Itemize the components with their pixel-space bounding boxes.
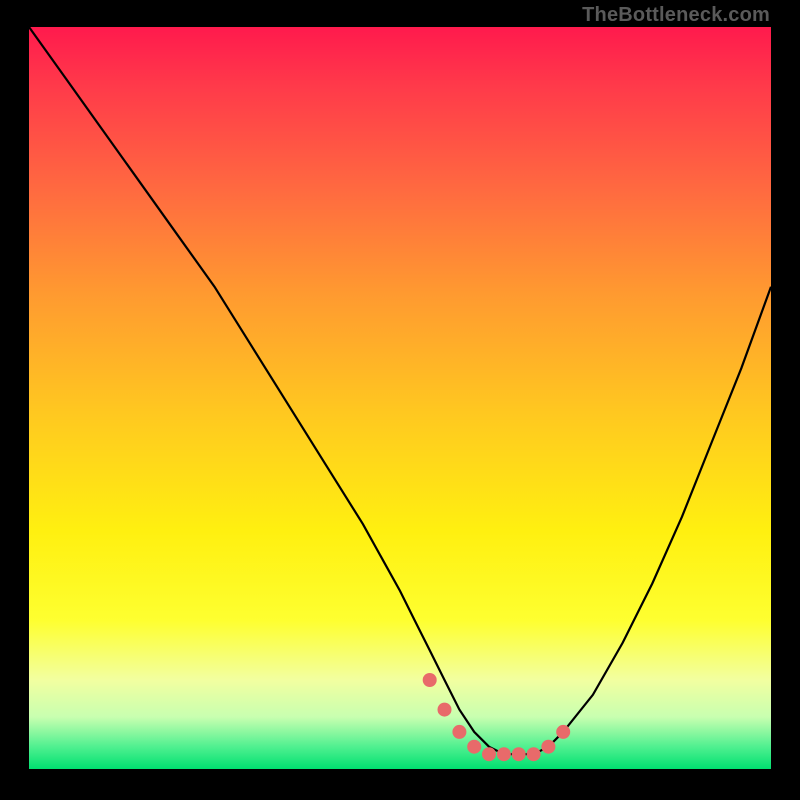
- highlight-dot: [438, 703, 452, 717]
- highlight-dot: [512, 747, 526, 761]
- highlight-dot: [452, 725, 466, 739]
- highlight-dot: [527, 747, 541, 761]
- chart-frame: TheBottleneck.com: [0, 0, 800, 800]
- watermark-text: TheBottleneck.com: [582, 4, 770, 27]
- highlight-dot: [467, 740, 481, 754]
- highlight-dot: [497, 747, 511, 761]
- bottleneck-curve: [29, 27, 771, 754]
- plot-area: [29, 27, 771, 769]
- highlight-dots: [423, 673, 571, 761]
- highlight-dot: [482, 747, 496, 761]
- highlight-dot: [541, 740, 555, 754]
- highlight-dot: [423, 673, 437, 687]
- bottleneck-curve-svg: [29, 27, 771, 769]
- highlight-dot: [556, 725, 570, 739]
